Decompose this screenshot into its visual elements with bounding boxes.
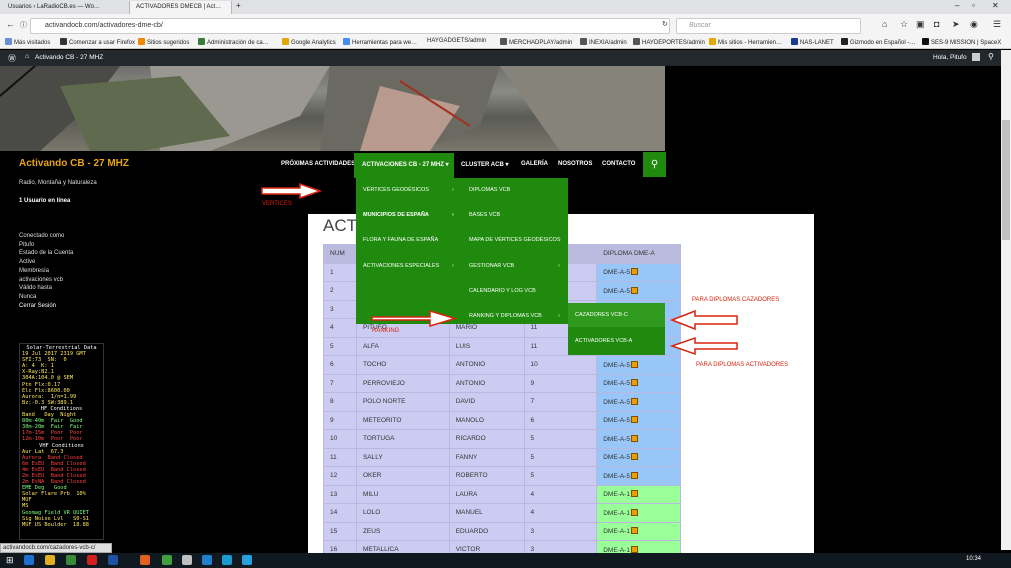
annotation-activadores: PARA DIPLOMAS ACTIVADORES: [696, 362, 789, 368]
app-icon[interactable]: [87, 555, 97, 565]
taskbar: ⊞ 10:34: [0, 553, 1011, 568]
app-icon[interactable]: [222, 555, 232, 565]
annotation-ranking: RANKING: [372, 328, 400, 334]
arrow-cazadores: [669, 309, 738, 331]
annotation-cazadores: PARA DIPLOMAS CAZADORES: [692, 297, 780, 303]
arrow-ranking: [371, 309, 458, 328]
skype-icon[interactable]: [242, 555, 252, 565]
annotation-arrows: [261, 182, 738, 356]
chrome-icon[interactable]: [162, 555, 172, 565]
explorer-icon[interactable]: [45, 555, 55, 565]
arrow-vertices: [261, 182, 323, 200]
app-icon[interactable]: [182, 555, 192, 565]
windows-start-icon[interactable]: ⊞: [6, 555, 14, 566]
status-url: activandocb.com/cazadores-vcb-c/: [0, 543, 112, 553]
edge-icon[interactable]: [24, 555, 34, 565]
solar-terrestrial-widget[interactable]: Solar-Terrestrial Data 19 Jul 2017 2319 G…: [19, 343, 104, 540]
firefox-icon[interactable]: [140, 555, 150, 565]
app-icon[interactable]: [202, 555, 212, 565]
clock: 10:34: [966, 556, 982, 562]
solar-data-line: MUF US Boulder 18.88: [22, 521, 89, 528]
annotation-vertices: VERTICES: [262, 201, 292, 207]
app-icon[interactable]: [108, 555, 118, 565]
arrow-activadores: [669, 336, 738, 356]
app-icon[interactable]: [66, 555, 76, 565]
